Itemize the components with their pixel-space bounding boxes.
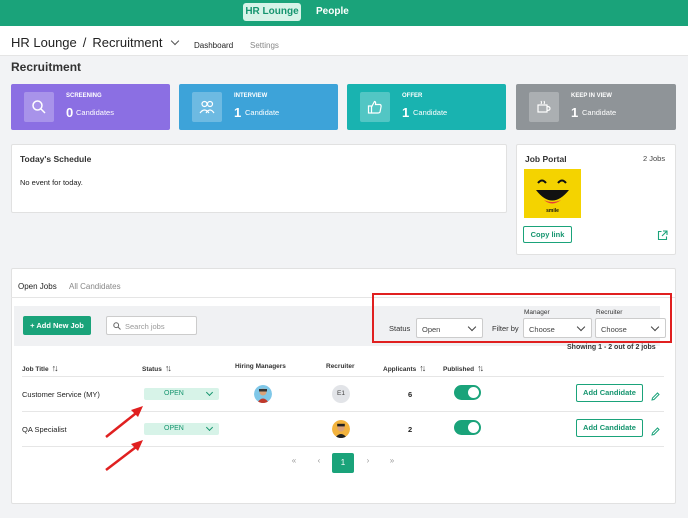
annotation-arrows (105, 406, 143, 471)
